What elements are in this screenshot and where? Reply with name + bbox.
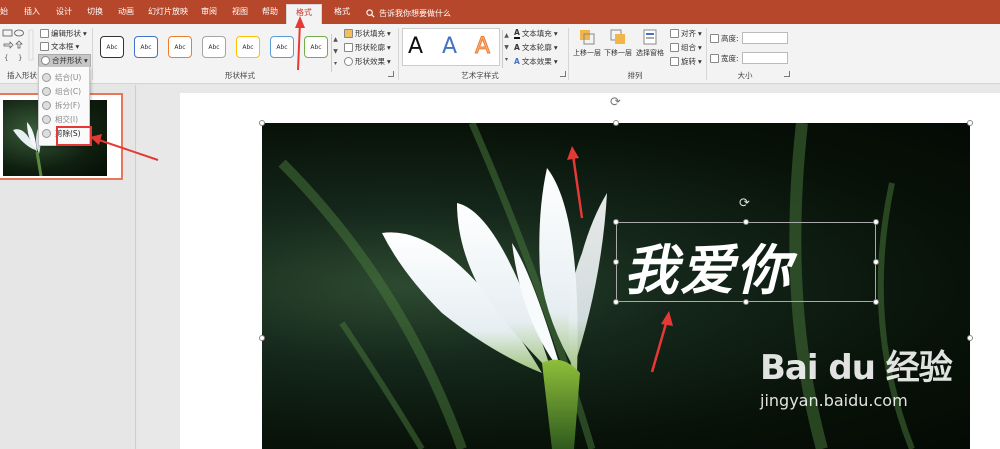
baidu-watermark: Bai du 经验 jingyan.baidu.com [760,340,953,410]
arrow-to-subtract [95,138,159,161]
watermark-url: jingyan.baidu.com [760,391,908,410]
arrow-to-flower [571,154,584,219]
arrow-to-textbox [650,319,669,373]
baidu-jingyan-logo: Bai du 经验 [760,348,953,388]
arrow-to-format-tab [297,21,301,71]
